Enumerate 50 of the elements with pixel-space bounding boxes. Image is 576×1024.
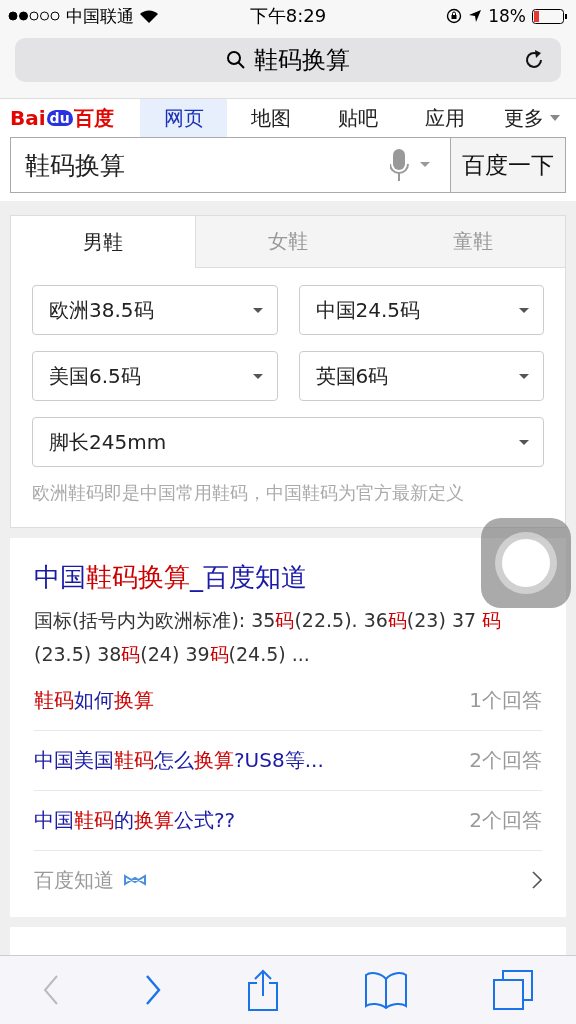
size-dropdown[interactable]: 脚长245mm [32,417,544,467]
signal-icon [8,11,60,21]
caret-icon [252,373,263,379]
reload-icon[interactable] [523,49,545,71]
search-icon [226,50,246,70]
wifi-icon [140,9,158,23]
tabs-icon[interactable] [493,970,533,1010]
caret-icon [252,307,263,313]
nav-tab[interactable]: 地图 [227,99,315,137]
search-field[interactable]: 鞋码换算 [10,137,451,193]
rotation-lock-icon [446,8,463,24]
size-dropdown[interactable]: 欧洲38.5码 [32,285,278,335]
carrier-name: 中国联通 [66,4,134,28]
nav-tab[interactable]: 更多 [488,99,576,137]
caret-icon [519,373,529,379]
battery-icon [532,8,568,24]
battery-percent: 18% [488,6,526,26]
result-snippet: 国标(括号内为欧洲标准): 35码(22.5). 36码(23) 37 码(23.5) 38码(24) 39码(24.5) ... [34,608,503,667]
result-title-link[interactable]: 中国鞋码换算_百度知道 [34,560,307,595]
source-name: 百度知道 [34,866,114,894]
question-link[interactable]: 中国鞋码的换算公式?? [34,807,236,834]
logo-text: 百度 [73,104,114,132]
search-button[interactable]: 百度一下 [451,137,566,193]
bow-icon [124,874,146,886]
share-icon[interactable] [247,969,279,1011]
location-arrow-icon [468,9,483,23]
caret-icon [519,439,529,445]
baidu-logo[interactable]: Bai du 百度 [0,99,140,137]
answer-count: 2个回答 [469,747,542,774]
question-link[interactable]: 鞋码如何换算 [34,687,154,714]
answer-count: 2个回答 [469,807,542,834]
chevron-right-icon[interactable] [532,871,542,889]
assistive-touch-button[interactable] [481,518,571,608]
forward-icon[interactable] [145,975,161,1005]
size-dropdown[interactable]: 中国24.5码 [298,285,544,335]
size-dropdown[interactable]: 英国6码 [298,351,544,401]
nav-tab[interactable]: 网页 [140,99,228,137]
status-time: 下午8:29 [249,4,327,28]
nav-tab[interactable]: 应用 [401,99,489,137]
address-bar[interactable]: 鞋码换算 [15,38,561,82]
book-icon[interactable] [365,971,407,1009]
logo-paw: du [46,110,73,126]
question-link[interactable]: 中国美国鞋码怎么换算?US8等... [34,747,324,774]
answer-count: 1个回答 [469,687,542,714]
nav-tab[interactable]: 贴吧 [314,99,402,137]
caret-icon [519,307,529,313]
size-dropdown[interactable]: 美国6.5码 [32,351,278,401]
note-text: 欧洲鞋码即是中国常用鞋码，中国鞋码为官方最新定义 [31,481,465,505]
address-text: 鞋码换算 [254,45,350,76]
logo-text: Bai [10,106,46,130]
